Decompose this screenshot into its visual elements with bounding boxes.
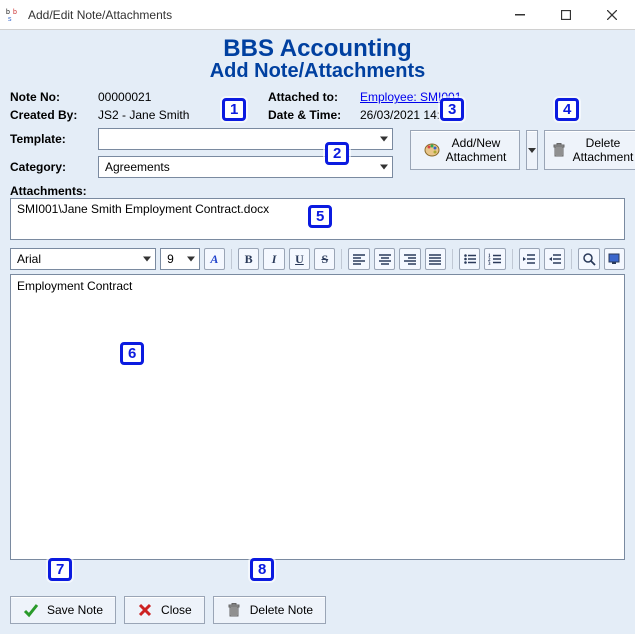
underline-button[interactable]: U — [289, 248, 310, 270]
strikethrough-button[interactable]: S — [314, 248, 335, 270]
bold-button[interactable]: B — [238, 248, 259, 270]
title-bar: b b s Add/Edit Note/Attachments — [0, 0, 635, 30]
svg-text:s: s — [8, 16, 12, 23]
svg-text:3: 3 — [488, 262, 491, 266]
outdent-button[interactable] — [519, 248, 540, 270]
created-by-label: Created By: — [10, 108, 98, 122]
callout-3: 3 — [440, 98, 464, 121]
bottom-actions: Save Note Close Delete Note — [10, 596, 625, 624]
attachments-label: Attachments: — [10, 184, 625, 198]
align-justify-button[interactable] — [425, 248, 446, 270]
close-button[interactable]: Close — [124, 596, 205, 624]
delete-note-button[interactable]: Delete Note — [213, 596, 326, 624]
heading-title: BBS Accounting — [10, 36, 625, 62]
font-size-select[interactable]: 9 — [160, 248, 200, 270]
close-icon — [137, 602, 153, 618]
app-icon: b b s — [6, 7, 22, 23]
callout-1: 1 — [222, 98, 246, 121]
font-size-value: 9 — [167, 252, 174, 266]
svg-text:b: b — [6, 9, 10, 16]
save-note-button[interactable]: Save Note — [10, 596, 116, 624]
attached-to-label: Attached to: — [268, 90, 360, 104]
bullet-list-button[interactable] — [459, 248, 480, 270]
add-new-attachment-line1: Add/New — [452, 136, 501, 150]
font-family-value: Arial — [17, 252, 41, 266]
heading-subtitle: Add Note/Attachments — [10, 60, 625, 82]
callout-7: 7 — [48, 558, 72, 581]
callout-2: 2 — [325, 142, 349, 165]
note-editor-content: Employment Contract — [17, 279, 132, 293]
close-window-button[interactable] — [589, 0, 635, 30]
toolbar-separator — [452, 249, 453, 269]
toolbar-separator — [571, 249, 572, 269]
palette-icon — [424, 142, 440, 158]
add-new-attachment-dropdown[interactable] — [526, 130, 538, 170]
category-label: Category: — [10, 160, 98, 174]
note-no-label: Note No: — [10, 90, 98, 104]
delete-attachment-line1: Delete — [586, 136, 621, 150]
category-value: Agreements — [105, 160, 170, 174]
minimize-button[interactable] — [497, 0, 543, 30]
align-right-button[interactable] — [399, 248, 420, 270]
close-label: Close — [161, 603, 192, 617]
add-new-attachment-line2: Attachment — [446, 150, 507, 164]
font-family-select[interactable]: Arial — [10, 248, 156, 270]
add-new-attachment-button[interactable]: Add/New Attachment — [410, 130, 520, 170]
toolbar-separator — [231, 249, 232, 269]
zoom-button[interactable] — [578, 248, 599, 270]
check-icon — [23, 602, 39, 618]
align-left-button[interactable] — [348, 248, 369, 270]
delete-attachment-button[interactable]: Delete Attachment — [544, 130, 635, 170]
heading: BBS Accounting Add Note/Attachments — [10, 36, 625, 82]
font-style-button[interactable]: A — [204, 248, 225, 270]
maximize-button[interactable] — [543, 0, 589, 30]
align-center-button[interactable] — [374, 248, 395, 270]
note-editor[interactable]: Employment Contract — [10, 274, 625, 560]
callout-8: 8 — [250, 558, 274, 581]
trash-icon — [226, 602, 242, 618]
toolbar-separator — [512, 249, 513, 269]
save-note-label: Save Note — [47, 603, 103, 617]
number-list-button[interactable]: 123 — [484, 248, 505, 270]
date-time-label: Date & Time: — [268, 108, 360, 122]
italic-button[interactable]: I — [263, 248, 284, 270]
callout-6: 6 — [120, 342, 144, 365]
delete-attachment-line2: Attachment — [573, 150, 634, 164]
window-title: Add/Edit Note/Attachments — [28, 8, 172, 22]
template-label: Template: — [10, 132, 98, 146]
svg-text:b: b — [13, 9, 17, 16]
delete-note-label: Delete Note — [250, 603, 313, 617]
client-area: BBS Accounting Add Note/Attachments Note… — [0, 30, 635, 634]
preview-button[interactable] — [604, 248, 625, 270]
editor-toolbar: Arial 9 A B I U S 123 — [10, 246, 625, 272]
indent-button[interactable] — [544, 248, 565, 270]
toolbar-separator — [341, 249, 342, 269]
callout-5: 5 — [308, 205, 332, 228]
trash-icon — [551, 142, 567, 158]
callout-4: 4 — [555, 98, 579, 121]
